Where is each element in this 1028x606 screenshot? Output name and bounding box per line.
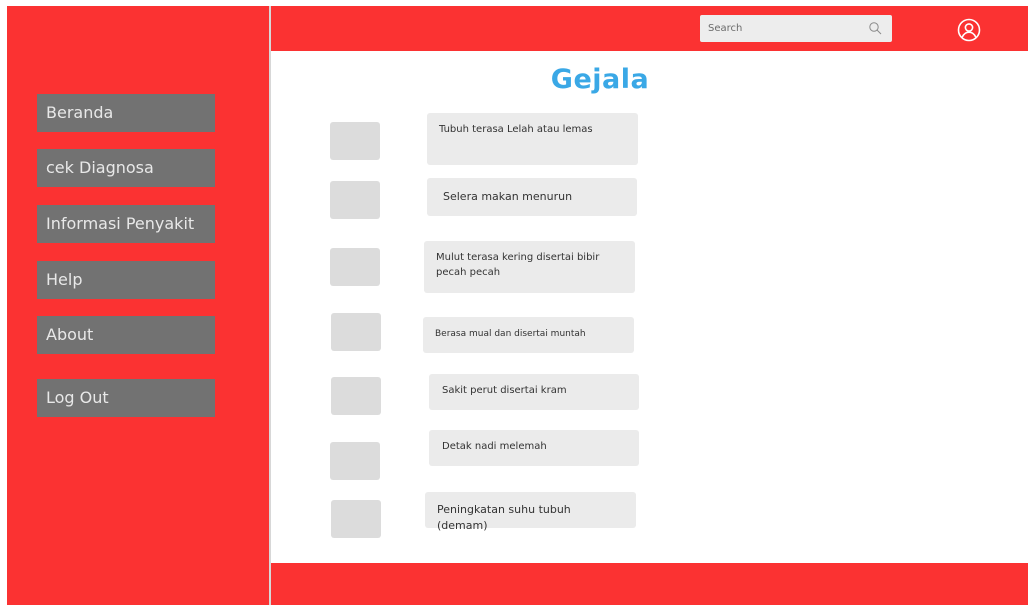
symptom-checkbox[interactable] (331, 500, 381, 538)
app-window: Beranda cek Diagnosa Informasi Penyakit … (0, 0, 1028, 606)
sidebar-divider (269, 6, 271, 605)
symptom-item: Berasa mual dan disertai muntah (423, 317, 634, 353)
symptom-item: Mulut terasa kering disertai bibir pecah… (424, 241, 635, 293)
sidebar-item-cek-diagnosa[interactable]: cek Diagnosa (37, 149, 215, 187)
footer-bar (271, 563, 1028, 605)
sidebar-item-informasi-penyakit[interactable]: Informasi Penyakit (37, 205, 215, 243)
symptom-item: Sakit perut disertai kram (429, 374, 639, 410)
symptom-checkbox[interactable] (330, 248, 380, 286)
symptom-checkbox[interactable] (331, 313, 381, 351)
symptom-item: Peningkatan suhu tubuh (demam) (425, 492, 636, 532)
sidebar: Beranda cek Diagnosa Informasi Penyakit … (7, 6, 269, 605)
symptom-checkbox[interactable] (330, 442, 380, 480)
top-bar (271, 6, 1028, 51)
symptom-item: Selera makan menurun (427, 178, 637, 216)
symptom-checkbox[interactable] (330, 181, 380, 219)
symptom-item: Tubuh terasa Lelah atau lemas (427, 113, 638, 165)
logout-button[interactable]: Log Out (37, 379, 215, 417)
sidebar-item-help[interactable]: Help (37, 261, 215, 299)
symptom-checkbox[interactable] (331, 377, 381, 415)
search-box (700, 15, 892, 42)
sidebar-item-beranda[interactable]: Beranda (37, 94, 215, 132)
page-title: Gejala (550, 64, 650, 95)
sidebar-item-about[interactable]: About (37, 316, 215, 354)
search-input[interactable] (708, 19, 858, 38)
search-icon[interactable] (868, 21, 883, 36)
user-icon[interactable] (957, 18, 981, 42)
symptom-item: Detak nadi melemah (429, 430, 639, 466)
symptom-checkbox[interactable] (330, 122, 380, 160)
